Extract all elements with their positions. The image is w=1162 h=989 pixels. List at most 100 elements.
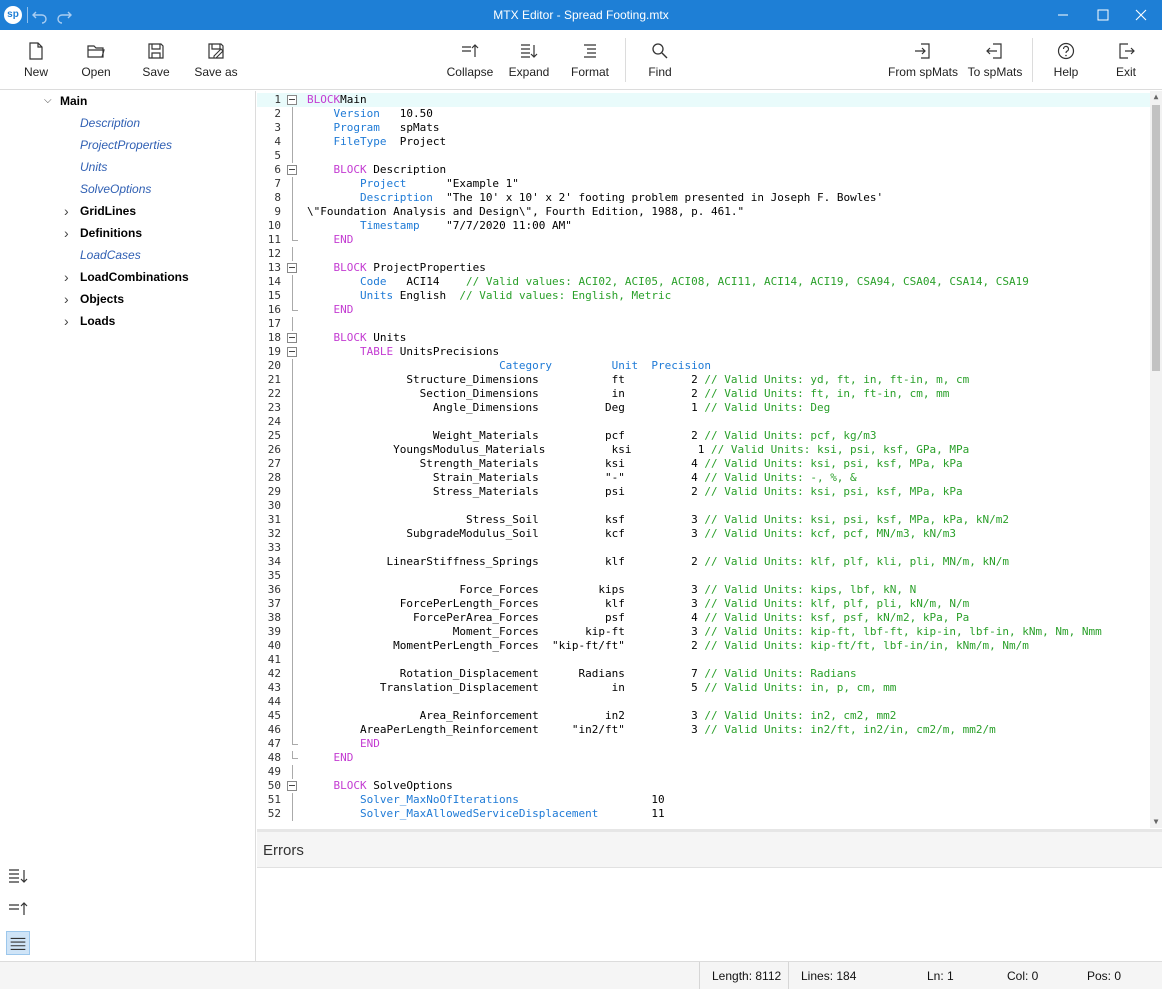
help-button[interactable]: Help — [1044, 30, 1088, 90]
collapse-all-icon[interactable] — [6, 897, 30, 921]
line-text: AreaPerLength_Reinforcement "in2/ft" 3 /… — [307, 723, 996, 737]
tree-item-description[interactable]: Description — [80, 113, 140, 133]
fold-toggle-icon[interactable] — [287, 95, 297, 105]
chevron-right-icon[interactable]: › — [64, 223, 76, 243]
scroll-down-icon[interactable]: ▼ — [1150, 816, 1162, 828]
code-line[interactable]: 43 Translation_Displacement in 5 // Vali… — [257, 681, 1150, 695]
code-line[interactable]: 38 ForcePerArea_Forces psf 4 // Valid Un… — [257, 611, 1150, 625]
collapse-button[interactable]: Collapse — [444, 30, 496, 90]
close-icon[interactable] — [1118, 0, 1162, 30]
chevron-right-icon[interactable]: › — [64, 201, 76, 221]
code-line[interactable]: 37 ForcePerLength_Forces klf 3 // Valid … — [257, 597, 1150, 611]
tree-item-loadcombinations[interactable]: LoadCombinations — [80, 267, 189, 287]
code-line[interactable]: 21 Structure_Dimensions ft 2 // Valid Un… — [257, 373, 1150, 387]
scroll-up-icon[interactable]: ▲ — [1150, 91, 1162, 103]
expand-all-icon[interactable] — [6, 864, 30, 888]
format-view-icon[interactable] — [6, 931, 30, 955]
code-line[interactable]: 5 — [257, 149, 1150, 163]
code-line[interactable]: 22 Section_Dimensions in 2 // Valid Unit… — [257, 387, 1150, 401]
code-line[interactable]: 28 Strain_Materials "-" 4 // Valid Units… — [257, 471, 1150, 485]
code-line[interactable]: 39 Moment_Forces kip-ft 3 // Valid Units… — [257, 625, 1150, 639]
chevron-right-icon[interactable]: › — [64, 311, 76, 331]
vertical-scrollbar[interactable]: ▲ ▼ — [1150, 91, 1162, 828]
code-line[interactable]: 51 Solver_MaxNoOfIterations 10 — [257, 793, 1150, 807]
code-line[interactable]: 48 END — [257, 751, 1150, 765]
fold-toggle-icon[interactable] — [287, 165, 297, 175]
tree-item-projectproperties[interactable]: ProjectProperties — [80, 135, 172, 155]
code-line[interactable]: 27 Strength_Materials ksi 4 // Valid Uni… — [257, 457, 1150, 471]
find-button[interactable]: Find — [637, 30, 683, 90]
tree-item-objects[interactable]: Objects — [80, 289, 124, 309]
code-line[interactable]: 40 MomentPerLength_Forces "kip-ft/ft" 2 … — [257, 639, 1150, 653]
fold-toggle-icon[interactable] — [287, 781, 297, 791]
code-line[interactable]: 52 Solver_MaxAllowedServiceDisplacement … — [257, 807, 1150, 821]
exit-button[interactable]: Exit — [1104, 30, 1148, 90]
code-line[interactable]: 30 — [257, 499, 1150, 513]
save-as-button[interactable]: Save as — [188, 30, 244, 90]
code-line[interactable]: 10 Timestamp "7/7/2020 11:00 AM" — [257, 219, 1150, 233]
code-line[interactable]: 42 Rotation_Displacement Radians 7 // Va… — [257, 667, 1150, 681]
code-line[interactable]: 19 TABLE UnitsPrecisions — [257, 345, 1150, 359]
code-line[interactable]: 16 END — [257, 303, 1150, 317]
code-line[interactable]: 29 Stress_Materials psi 2 // Valid Units… — [257, 485, 1150, 499]
code-line[interactable]: 32 SubgradeModulus_Soil kcf 3 // Valid U… — [257, 527, 1150, 541]
code-line[interactable]: 13 BLOCK ProjectProperties — [257, 261, 1150, 275]
chevron-right-icon[interactable]: › — [64, 267, 76, 287]
tree-item-loadcases[interactable]: LoadCases — [80, 245, 141, 265]
code-line[interactable]: 20 Category Unit Precision — [257, 359, 1150, 373]
code-editor[interactable]: 1 BLOCKMain 2 Version 10.50 3 Program spMat… — [257, 91, 1162, 828]
chevron-down-icon[interactable]: ⌵ — [44, 91, 56, 111]
code-line[interactable]: 41 — [257, 653, 1150, 667]
fold-toggle-icon[interactable] — [287, 333, 297, 343]
code-line[interactable]: 11 END — [257, 233, 1150, 247]
code-line[interactable]: 2 Version 10.50 — [257, 107, 1150, 121]
code-line[interactable]: 4 FileType Project — [257, 135, 1150, 149]
format-button[interactable]: Format — [565, 30, 615, 90]
code-line[interactable]: 3 Program spMats — [257, 121, 1150, 135]
code-line[interactable]: 33 — [257, 541, 1150, 555]
code-line[interactable]: 7 Project "Example 1" — [257, 177, 1150, 191]
code-line[interactable]: 24 — [257, 415, 1150, 429]
code-line[interactable]: 35 — [257, 569, 1150, 583]
chevron-right-icon[interactable]: › — [64, 289, 76, 309]
code-line[interactable]: 47 END — [257, 737, 1150, 751]
tree-item-solveoptions[interactable]: SolveOptions — [80, 179, 151, 199]
expand-button[interactable]: Expand — [504, 30, 554, 90]
fold-guide — [292, 247, 293, 261]
from-spmats-button[interactable]: From spMats — [884, 30, 962, 90]
fold-toggle-icon[interactable] — [287, 347, 297, 357]
code-line[interactable]: 9 \"Foundation Analysis and Design\", Fou… — [257, 205, 1150, 219]
code-line[interactable]: 44 — [257, 695, 1150, 709]
to-spmats-button[interactable]: To spMats — [962, 30, 1028, 90]
code-line[interactable]: 6 BLOCK Description — [257, 163, 1150, 177]
code-line[interactable]: 1 BLOCKMain — [257, 93, 1150, 107]
code-line[interactable]: 36 Force_Forces kips 3 // Valid Units: k… — [257, 583, 1150, 597]
code-line[interactable]: 45 Area_Reinforcement in2 3 // Valid Uni… — [257, 709, 1150, 723]
open-button[interactable]: Open — [72, 30, 120, 90]
code-line[interactable]: 50 BLOCK SolveOptions — [257, 779, 1150, 793]
tree-item-units[interactable]: Units — [80, 157, 107, 177]
save-button[interactable]: Save — [132, 30, 180, 90]
code-line[interactable]: 26 YoungsModulus_Materials ksi 1 // Vali… — [257, 443, 1150, 457]
scrollbar-thumb[interactable] — [1152, 105, 1160, 371]
code-line[interactable]: 18 BLOCK Units — [257, 331, 1150, 345]
code-line[interactable]: 23 Angle_Dimensions Deg 1 // Valid Units… — [257, 401, 1150, 415]
tree-item-loads[interactable]: Loads — [80, 311, 115, 331]
code-line[interactable]: 31 Stress_Soil ksf 3 // Valid Units: ksi… — [257, 513, 1150, 527]
tree-item-definitions[interactable]: Definitions — [80, 223, 142, 243]
code-line[interactable]: 15 Units English // Valid values: Englis… — [257, 289, 1150, 303]
code-line[interactable]: 49 — [257, 765, 1150, 779]
code-line[interactable]: 12 — [257, 247, 1150, 261]
code-line[interactable]: 25 Weight_Materials pcf 2 // Valid Units… — [257, 429, 1150, 443]
code-token: BLOCK — [333, 163, 367, 176]
tree-item-main[interactable]: Main — [60, 91, 87, 111]
code-line[interactable]: 46 AreaPerLength_Reinforcement "in2/ft" … — [257, 723, 1150, 737]
code-line[interactable]: 14 Code ACI14 // Valid values: ACI02, AC… — [257, 275, 1150, 289]
code-line[interactable]: 34 LinearStiffness_Springs klf 2 // Vali… — [257, 555, 1150, 569]
code-line[interactable]: 8 Description "The 10' x 10' x 2' footin… — [257, 191, 1150, 205]
new-button[interactable]: New — [12, 30, 60, 90]
fold-toggle-icon[interactable] — [287, 263, 297, 273]
tree-item-gridlines[interactable]: GridLines — [80, 201, 136, 221]
code-line[interactable]: 17 — [257, 317, 1150, 331]
